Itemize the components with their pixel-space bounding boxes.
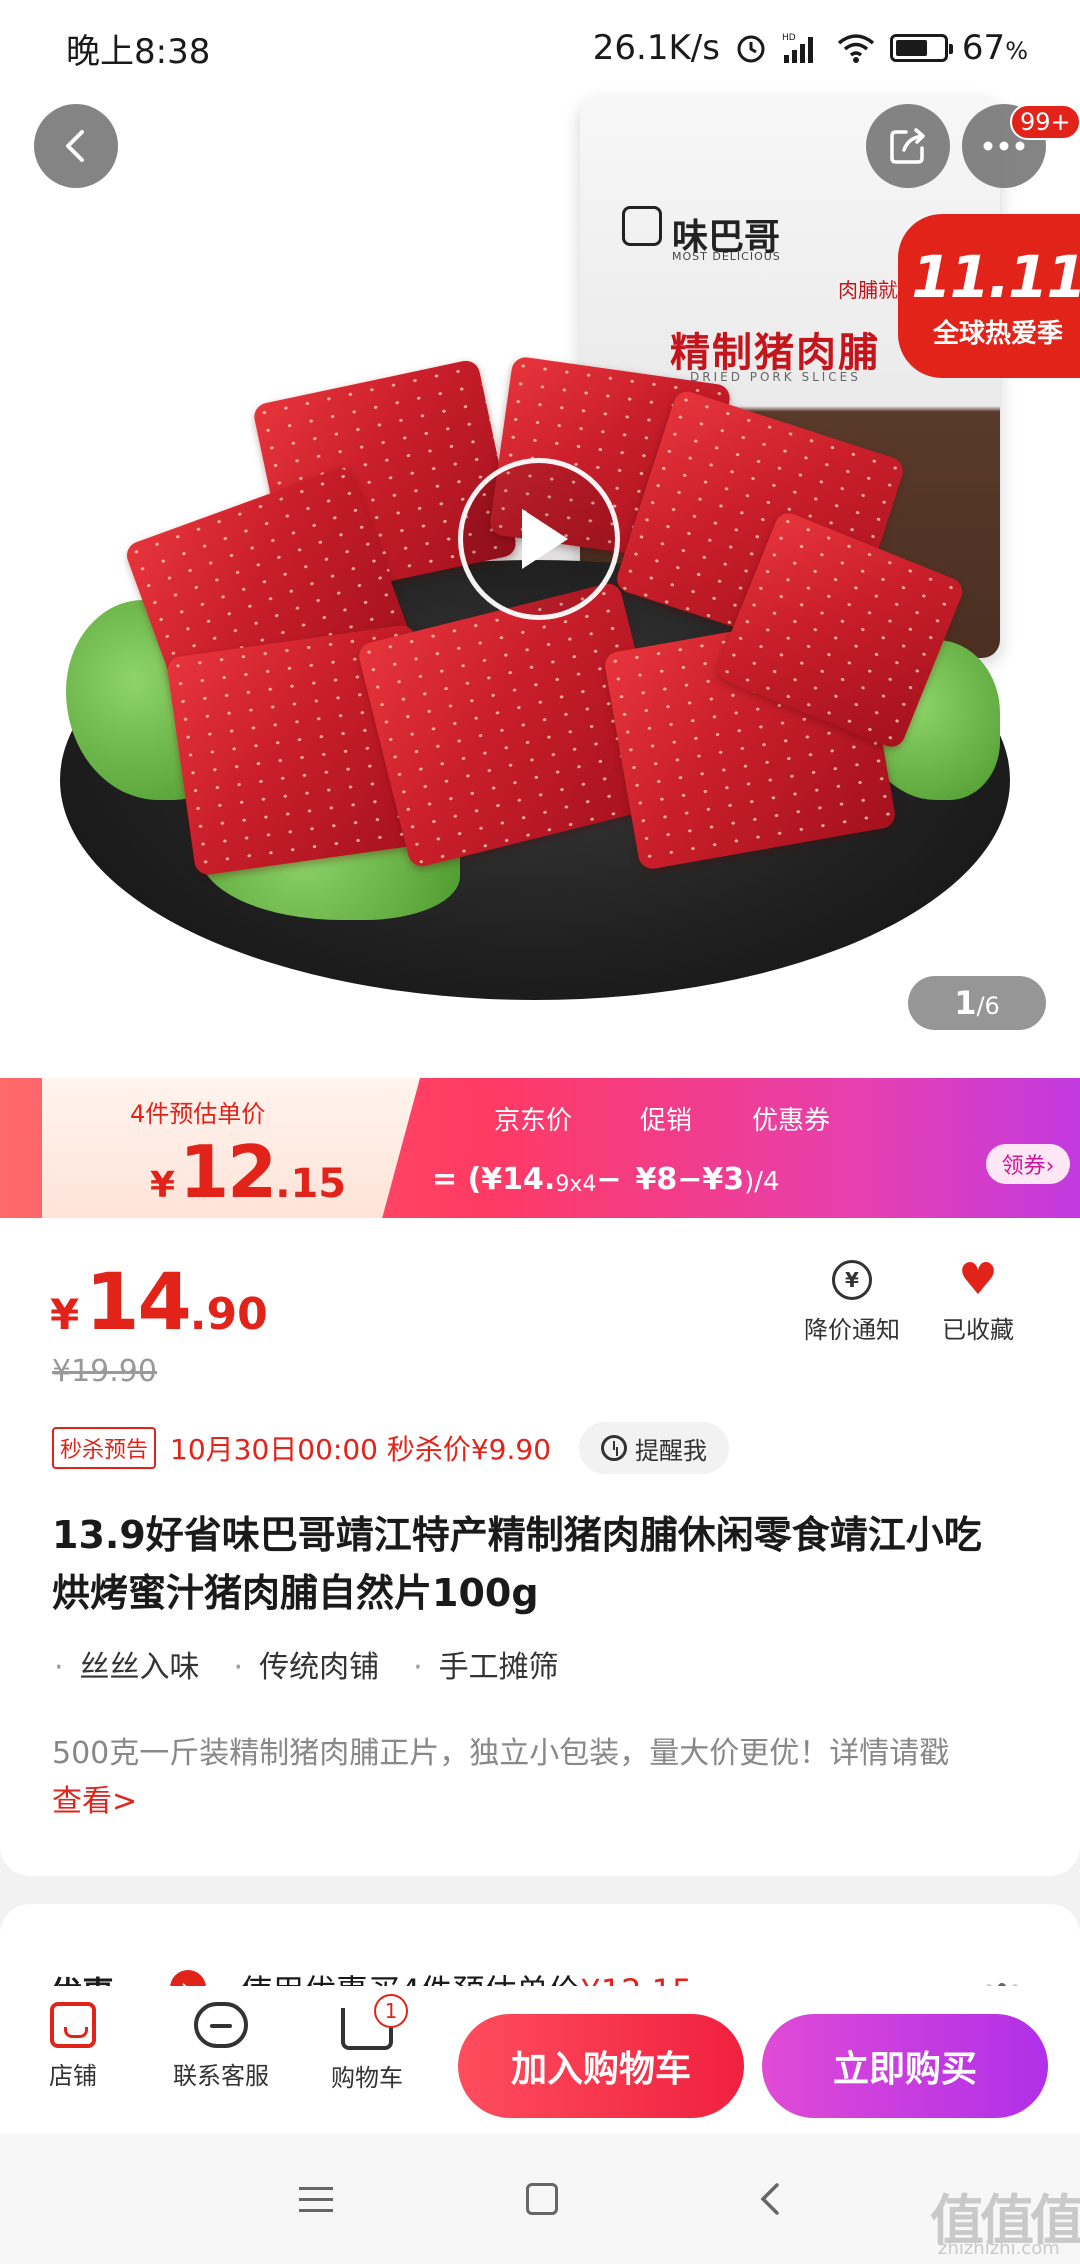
system-navigation-bar bbox=[0, 2134, 1080, 2264]
customer-service-button[interactable]: 联系客服 bbox=[166, 2002, 276, 2091]
back-button[interactable] bbox=[34, 104, 118, 188]
more-dots-icon bbox=[983, 141, 1025, 151]
home-button[interactable] bbox=[512, 2174, 572, 2224]
estimated-price-banner: 4件预估单价 ¥ 12 .15 京东价 促销 优惠券 = ( ¥14. 9x4 −… bbox=[0, 1078, 1080, 1218]
wifi-icon bbox=[836, 31, 876, 65]
price-alert-icon: ¥ bbox=[832, 1260, 872, 1300]
play-video-button[interactable] bbox=[458, 458, 620, 620]
product-title: 13.9好省味巴哥靖江特产精制猪肉脯休闲零食靖江小吃 烘烤蜜汁猪肉脯自然片100… bbox=[52, 1513, 982, 1615]
status-time: 晚上8:38 bbox=[66, 31, 211, 72]
alarm-clock-icon bbox=[601, 1435, 628, 1461]
recent-apps-button[interactable] bbox=[286, 2174, 346, 2224]
bag-brand-sub-text: MOST DELICIOUS bbox=[672, 250, 781, 263]
battery-level bbox=[895, 40, 927, 56]
get-coupon-button[interactable]: 领券› bbox=[986, 1144, 1070, 1184]
message-badge: 99+ bbox=[1010, 104, 1080, 140]
promo-1111-text: 11.11 bbox=[911, 242, 1080, 311]
product-description: 500克一斤装精制猪肉脯正片，独立小包装，量大价更优！详情请戳 查看> bbox=[52, 1736, 950, 1819]
view-details-link[interactable]: 查看> bbox=[52, 1784, 137, 1819]
share-button[interactable] bbox=[866, 104, 950, 188]
estimated-unit-price: ¥ 12 .15 bbox=[150, 1130, 347, 1214]
flash-sale-preview: 秒杀预告 10月30日00:00 秒杀价¥9.90 提醒我 bbox=[52, 1422, 730, 1474]
current-price: ¥ 14 .90 bbox=[50, 1258, 268, 1348]
price-drop-alert-button[interactable]: ¥ 降价通知 bbox=[804, 1260, 900, 1345]
favorite-button[interactable]: ♥ 已收藏 bbox=[942, 1254, 1014, 1345]
coupon-heading: 优惠券 bbox=[752, 1106, 831, 1136]
chevron-left-icon bbox=[66, 130, 84, 162]
favorite-label: 已收藏 bbox=[942, 1316, 1014, 1344]
chat-icon bbox=[194, 2002, 248, 2048]
alarm-icon bbox=[734, 31, 768, 65]
image-pager: 1 /6 bbox=[908, 976, 1046, 1030]
remind-me-button[interactable]: 提醒我 bbox=[579, 1422, 730, 1474]
play-icon bbox=[522, 509, 568, 569]
feature-item: · 传统肉铺 bbox=[233, 1650, 380, 1685]
estimated-price-label: 4件预估单价 bbox=[130, 1100, 266, 1128]
nav-back-button[interactable] bbox=[740, 2174, 800, 2224]
site-watermark-url: zhizhizhi.com bbox=[938, 2238, 1060, 2259]
feature-list: · 丝丝入味 · 传统肉铺 · 手工摊筛 bbox=[54, 1642, 559, 1686]
feature-item: · 手工摊筛 bbox=[413, 1650, 559, 1685]
pager-total: /6 bbox=[976, 992, 1000, 1020]
net-speed: 26.1K/s bbox=[592, 28, 720, 68]
promo-heading: 促销 bbox=[640, 1106, 693, 1136]
cart-button[interactable]: 1 购物车 bbox=[312, 1994, 422, 2093]
back-chevron-icon bbox=[760, 2183, 779, 2215]
cart-label: 购物车 bbox=[331, 2064, 403, 2092]
jd-price-heading: 京东价 bbox=[494, 1106, 573, 1136]
promo-1111-subtext: 全球热爱季 bbox=[932, 318, 1063, 349]
svg-text:HD: HD bbox=[782, 33, 796, 43]
flash-sale-text: 10月30日00:00 秒杀价¥9.90 bbox=[170, 1433, 552, 1466]
original-price: ¥19.90 bbox=[52, 1354, 157, 1389]
flash-sale-tag: 秒杀预告 bbox=[52, 1427, 157, 1469]
status-indicators: 26.1K/s HD 67% bbox=[593, 28, 1028, 68]
buy-now-button[interactable]: 立即购买 bbox=[762, 2014, 1048, 2118]
pager-current: 1 bbox=[954, 984, 977, 1022]
heart-icon: ♥ bbox=[958, 1254, 998, 1305]
store-label: 店铺 bbox=[49, 2062, 97, 2090]
signal-icon: HD bbox=[782, 31, 822, 65]
home-square-icon bbox=[526, 2183, 558, 2215]
price-formula: = ( ¥14. 9x4 − ¥8 − ¥3 )/4 bbox=[432, 1162, 780, 1197]
feature-item: · 丝丝入味 bbox=[54, 1650, 200, 1685]
store-button[interactable]: 店铺 bbox=[18, 2002, 128, 2091]
customer-service-label: 联系客服 bbox=[173, 2062, 269, 2090]
double-eleven-promo-badge: 11.11 全球热爱季 bbox=[898, 214, 1080, 378]
cart-count-badge: 1 bbox=[374, 1994, 408, 2028]
battery-icon bbox=[889, 34, 953, 62]
bag-title-sub-text: DRIED PORK SLICES bbox=[690, 370, 861, 384]
status-bar: 晚上8:38 26.1K/s HD 67% bbox=[0, 0, 1080, 96]
bottom-action-bar: 店铺 联系客服 1 购物车 加入购物车 立即购买 bbox=[0, 1986, 1080, 2134]
price-alert-label: 降价通知 bbox=[804, 1316, 900, 1344]
store-icon bbox=[50, 2002, 96, 2048]
share-icon bbox=[890, 128, 925, 164]
remind-me-label: 提醒我 bbox=[635, 1436, 708, 1465]
battery-percent: 67% bbox=[961, 28, 1028, 68]
product-info-card: ¥ 14 .90 ¥19.90 ¥ 降价通知 ♥ 已收藏 秒杀预告 10月30日… bbox=[0, 1218, 1080, 1876]
brand-logo-icon bbox=[622, 206, 662, 246]
add-to-cart-button[interactable]: 加入购物车 bbox=[458, 2014, 744, 2118]
